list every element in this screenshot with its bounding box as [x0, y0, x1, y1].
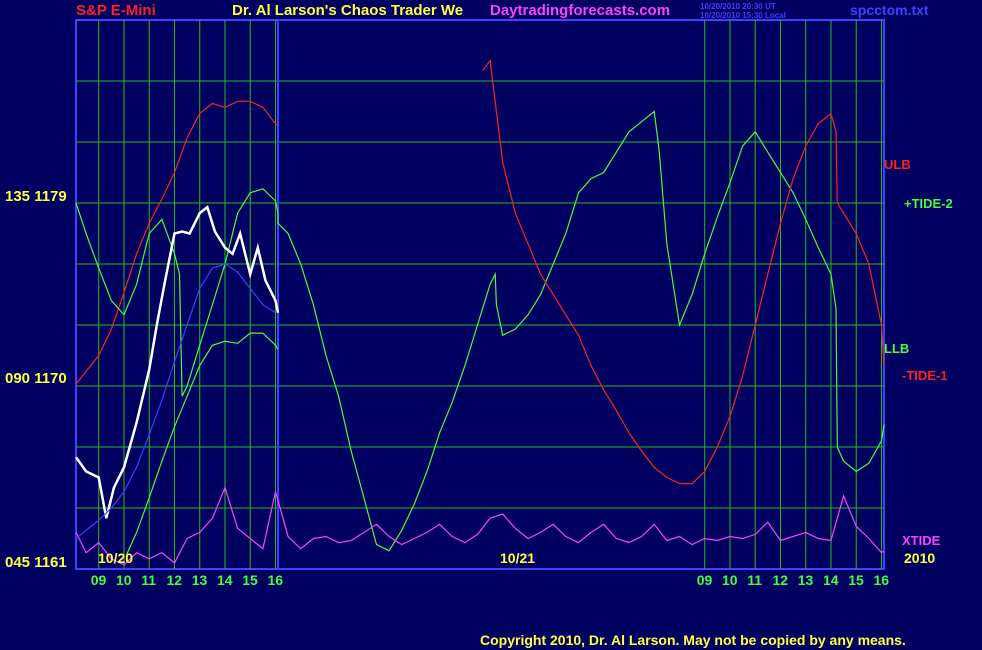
- main-title: Dr. Al Larson's Chaos Trader We: [232, 2, 464, 19]
- series-line-price: [74, 204, 280, 519]
- y-tick-label: 090 1170: [5, 370, 67, 387]
- x-tick-label: 09: [696, 572, 713, 588]
- instrument-title: S&P E-Mini: [76, 2, 156, 19]
- x-tick-label: 10: [721, 572, 738, 588]
- y-tick-label: 135 1179: [5, 188, 67, 205]
- series-label-tide1: -TIDE-1: [902, 368, 948, 383]
- chart-plot: [74, 19, 885, 570]
- series-label-tide2: +TIDE-2: [904, 196, 953, 211]
- series-line-ulb: [75, 100, 279, 385]
- data-file-name: spcctom.txt: [850, 2, 929, 18]
- x-tick-label: 14: [822, 572, 839, 588]
- x-tick-label: 15: [242, 572, 258, 588]
- x-tick-label: 11: [747, 572, 763, 588]
- series-label-llb: LLB: [884, 341, 910, 356]
- series-line--tide-1: [482, 59, 885, 485]
- series-label-xtide: XTIDE: [902, 533, 941, 548]
- timestamp-ut: 10/20/2010 20:30 UT: [700, 2, 776, 11]
- y-tick-label: 045 1161: [5, 554, 67, 571]
- x-tick-label: 13: [797, 572, 814, 588]
- x-tick-label: 14: [216, 572, 233, 588]
- x-tick-label: 09: [90, 572, 107, 588]
- x-tick-label: 16: [873, 572, 890, 588]
- series-line--tide-2: [75, 110, 885, 552]
- date-label: 10/21: [500, 550, 536, 566]
- series-line-average: [75, 263, 276, 539]
- date-label: 2010: [904, 550, 936, 566]
- site-link[interactable]: Daytradingforecasts.com: [490, 2, 670, 19]
- series-label-ulb: ULB: [884, 157, 911, 172]
- date-label: 10/20: [98, 550, 134, 566]
- copyright-notice: Copyright 2010, Dr. Al Larson. May not b…: [480, 632, 906, 648]
- timestamp-local: 10/20/2010 15:30 Local: [700, 11, 786, 20]
- x-tick-label: 12: [772, 572, 789, 588]
- x-tick-label: 11: [141, 572, 157, 588]
- x-tick-label: 16: [267, 572, 284, 588]
- x-tick-label: 10: [115, 572, 132, 588]
- x-tick-label: 15: [848, 572, 864, 588]
- x-tick-label: 12: [166, 572, 183, 588]
- x-tick-label: 13: [191, 572, 208, 588]
- series-line-xtide: [75, 485, 885, 566]
